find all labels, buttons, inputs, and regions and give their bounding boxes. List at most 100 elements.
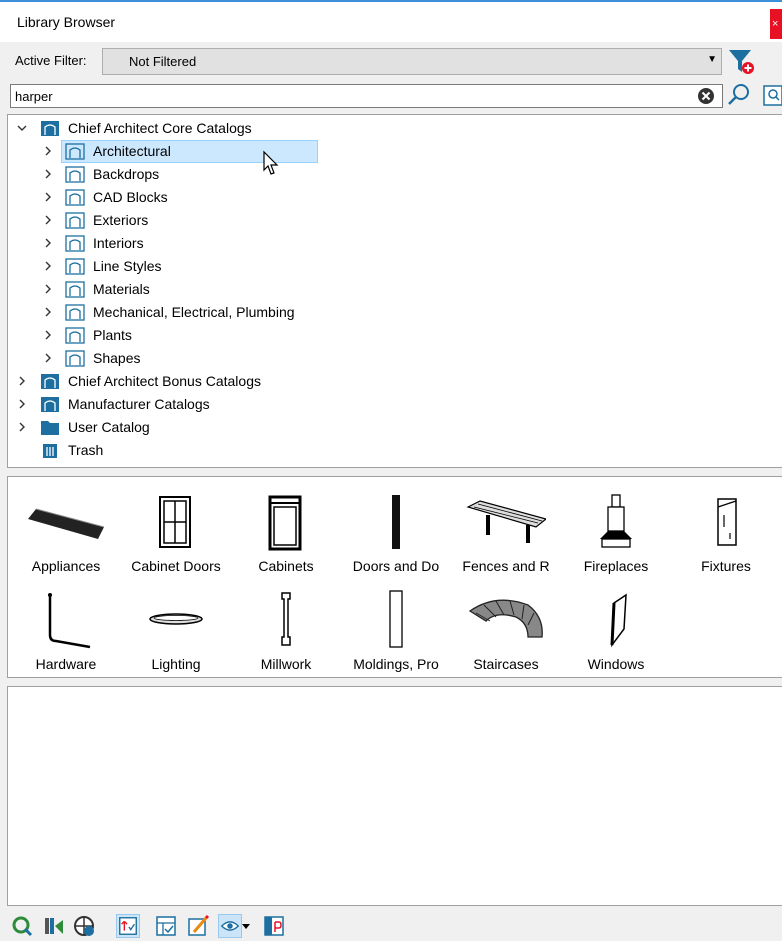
tree-item-core-catalogs[interactable]: Chief Architect Core Catalogs	[8, 117, 782, 140]
lighting-icon	[149, 613, 203, 625]
tile-label: Millwork	[260, 656, 312, 672]
preview-panel-icon[interactable]	[262, 914, 286, 938]
pane-splitter[interactable]	[0, 468, 782, 476]
tile-label: Cabinet Doors	[131, 558, 221, 574]
window-title: Library Browser	[17, 14, 116, 30]
search-icon[interactable]	[727, 83, 751, 107]
title-bar: Library Browser ×	[0, 2, 782, 42]
tree-item-user-catalog[interactable]: User Catalog	[8, 416, 782, 439]
window-icon	[610, 593, 627, 648]
tree-item-label: Interiors	[93, 235, 144, 251]
tree-item-bonus-catalogs[interactable]: Chief Architect Bonus Catalogs	[8, 370, 782, 393]
tree-item-shapes[interactable]: Shapes	[8, 347, 782, 370]
library-tree[interactable]: Chief Architect Core Catalogs Architectu…	[7, 114, 782, 468]
tree-item-label: Chief Architect Bonus Catalogs	[68, 373, 261, 389]
chevron-right-icon[interactable]	[42, 190, 54, 204]
tile-label: Fixtures	[701, 558, 751, 574]
cabinet-icon	[268, 495, 302, 551]
tile-fireplaces[interactable]: Fireplaces	[561, 485, 671, 581]
tree-item-cad-blocks[interactable]: CAD Blocks	[8, 186, 782, 209]
tile-label: Lighting	[151, 656, 201, 672]
tree-item-mep[interactable]: Mechanical, Electrical, Plumbing	[8, 301, 782, 324]
tree-item-line-styles[interactable]: Line Styles	[8, 255, 782, 278]
tree-item-label: Plants	[93, 327, 132, 343]
tree-item-backdrops[interactable]: Backdrops	[8, 163, 782, 186]
tree-item-trash[interactable]: Trash	[8, 439, 782, 462]
chevron-down-icon[interactable]	[16, 121, 28, 135]
folder-icon	[65, 235, 85, 252]
globe-download-icon[interactable]	[72, 914, 96, 938]
tile-label: Moldings, Pro	[353, 656, 439, 672]
folder-icon	[65, 143, 85, 160]
tree-item-label: Chief Architect Core Catalogs	[68, 120, 252, 136]
folder-icon	[65, 212, 85, 229]
tree-item-label: Architectural	[93, 143, 171, 159]
tile-cabinets[interactable]: Cabinets	[231, 485, 341, 581]
add-filter-icon[interactable]	[726, 46, 756, 76]
tile-label: Windows	[587, 656, 645, 672]
chevron-right-icon[interactable]	[42, 305, 54, 319]
tile-cabinet-doors[interactable]: Cabinet Doors	[121, 485, 231, 581]
catalog-icon[interactable]	[42, 914, 66, 938]
tile-appliances[interactable]: Appliances	[11, 485, 121, 581]
clear-search-icon[interactable]	[697, 87, 715, 105]
user-folder-icon	[41, 421, 59, 435]
search-row	[0, 80, 782, 112]
chevron-down-icon[interactable]	[240, 914, 252, 938]
chevron-right-icon[interactable]	[42, 282, 54, 296]
tile-hardware[interactable]: Hardware	[11, 583, 121, 677]
tree-item-label: Mechanical, Electrical, Plumbing	[93, 304, 295, 320]
fixture-icon	[717, 498, 737, 546]
library-contents-grid[interactable]: Appliances Cabinet Doors Cabinets Doors …	[7, 476, 782, 678]
active-filter-value: Not Filtered	[129, 54, 197, 69]
tree-item-materials[interactable]: Materials	[8, 278, 782, 301]
refresh-search-icon[interactable]	[10, 914, 34, 938]
chevron-right-icon[interactable]	[42, 259, 54, 273]
tile-doors[interactable]: Doors and Do	[341, 485, 451, 581]
mouse-cursor-icon	[263, 150, 279, 175]
active-filter-dropdown[interactable]: Not Filtered ▼	[102, 48, 722, 75]
catalog-folder-icon	[41, 374, 59, 389]
folder-icon	[65, 327, 85, 344]
tree-item-label: CAD Blocks	[93, 189, 168, 205]
chevron-right-icon[interactable]	[16, 420, 28, 434]
tree-item-label: Exteriors	[93, 212, 149, 228]
trash-icon	[43, 444, 57, 458]
tile-label: Fireplaces	[583, 558, 649, 574]
chevron-right-icon[interactable]	[42, 213, 54, 227]
edit-object-icon[interactable]	[186, 914, 210, 938]
tree-item-architectural[interactable]: Architectural	[8, 140, 782, 163]
search-input[interactable]	[10, 84, 723, 108]
tree-item-exteriors[interactable]: Exteriors	[8, 209, 782, 232]
chevron-down-icon: ▼	[707, 54, 717, 65]
tree-item-plants[interactable]: Plants	[8, 324, 782, 347]
chevron-right-icon[interactable]	[42, 328, 54, 342]
folder-icon	[65, 166, 85, 183]
close-button[interactable]: ×	[770, 9, 782, 39]
tree-item-label: Manufacturer Catalogs	[68, 396, 210, 412]
chevron-right-icon[interactable]	[42, 236, 54, 250]
advanced-search-icon[interactable]	[762, 83, 782, 107]
tile-lighting[interactable]: Lighting	[121, 583, 231, 677]
chevron-right-icon[interactable]	[42, 351, 54, 365]
fireplace-icon	[600, 494, 632, 548]
chevron-right-icon[interactable]	[42, 167, 54, 181]
chevron-right-icon[interactable]	[42, 144, 54, 158]
tile-fixtures[interactable]: Fixtures	[671, 485, 781, 581]
tree-item-manufacturer-catalogs[interactable]: Manufacturer Catalogs	[8, 393, 782, 416]
tile-moldings[interactable]: Moldings, Pro	[341, 583, 451, 677]
view-options-icon[interactable]	[218, 914, 242, 938]
tile-label: Staircases	[473, 656, 539, 672]
tree-item-interiors[interactable]: Interiors	[8, 232, 782, 255]
pane-splitter[interactable]	[0, 678, 782, 686]
tile-windows[interactable]: Windows	[561, 583, 671, 677]
chevron-right-icon[interactable]	[16, 397, 28, 411]
tile-millwork[interactable]: Millwork	[231, 583, 341, 677]
show-checked-icon[interactable]	[154, 914, 178, 938]
active-filter-label: Active Filter:	[15, 53, 87, 68]
chevron-right-icon[interactable]	[16, 374, 28, 388]
tile-fences[interactable]: Fences and R	[451, 485, 561, 581]
show-filtered-icon[interactable]	[116, 914, 140, 938]
tile-staircases[interactable]: Staircases	[451, 583, 561, 677]
preview-pane	[7, 686, 782, 906]
